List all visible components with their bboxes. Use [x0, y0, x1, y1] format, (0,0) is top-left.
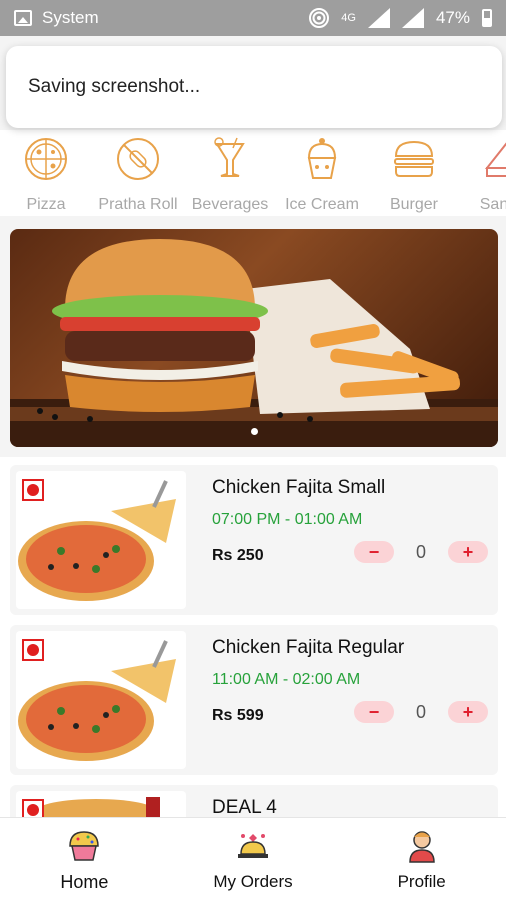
orders-icon	[238, 834, 268, 858]
battery-icon	[482, 9, 492, 27]
item-thumbnail	[16, 791, 186, 817]
cupcake-icon	[69, 831, 100, 861]
menu-item-card[interactable]: Chicken Fajita Regular 11:00 AM - 02:00 …	[10, 625, 498, 775]
item-price: Rs 250	[212, 547, 264, 564]
item-title: Chicken Fajita Small	[212, 477, 386, 498]
bottom-navigation: Home My Orders Profile	[0, 817, 506, 900]
toast-notification: Saving screenshot...	[6, 46, 502, 128]
nav-label: My Orders	[213, 872, 293, 891]
category-ice-cream[interactable]: Ice Cream	[276, 130, 368, 216]
quantity-stepper: − 0 +	[354, 541, 488, 563]
item-thumbnail	[16, 631, 186, 769]
carousel-dot[interactable]	[250, 428, 258, 435]
status-app-name: System	[42, 8, 99, 27]
increment-button[interactable]: +	[448, 701, 488, 723]
network-type: 4G	[341, 12, 356, 24]
decrement-button[interactable]: −	[354, 541, 394, 563]
carousel-indicator	[10, 428, 498, 435]
roll-icon	[117, 138, 159, 180]
decrement-button[interactable]: −	[354, 701, 394, 723]
category-burger[interactable]: Burger	[368, 130, 460, 216]
item-thumbnail	[16, 471, 186, 609]
item-title: DEAL 4	[212, 797, 277, 817]
beverage-icon	[214, 137, 245, 177]
category-label: Ice Cream	[285, 196, 359, 213]
quantity-value: 0	[415, 541, 426, 562]
burger-icon	[394, 140, 434, 177]
quantity-value: 0	[415, 701, 426, 722]
image-icon	[14, 10, 32, 26]
nav-my-orders[interactable]: My Orders	[169, 818, 338, 900]
quantity-stepper: − 0 +	[354, 701, 488, 723]
nav-home[interactable]: Home	[0, 818, 169, 900]
status-bar: System 4G 47%	[0, 0, 506, 36]
category-label: Pratha Roll	[98, 196, 178, 213]
non-veg-mark-icon	[22, 799, 44, 817]
category-label: Burger	[389, 196, 439, 213]
ice-cream-icon	[307, 138, 337, 179]
nav-label: Home	[60, 872, 109, 892]
category-label: Sandwi	[479, 196, 506, 213]
profile-icon	[408, 831, 435, 863]
category-pratha-roll[interactable]: Pratha Roll	[92, 130, 184, 216]
nav-label: Profile	[397, 872, 446, 891]
signal-icon	[367, 8, 390, 28]
toast-message: Saving screenshot...	[28, 76, 201, 97]
category-beverages[interactable]: Beverages	[184, 130, 276, 216]
sandwich-icon	[484, 142, 506, 177]
item-price: Rs 599	[212, 707, 264, 724]
increment-button[interactable]: +	[448, 541, 488, 563]
burger-fries-image	[10, 239, 498, 447]
promo-banner[interactable]	[10, 229, 498, 447]
non-veg-mark-icon	[22, 639, 44, 661]
item-time: 07:00 PM - 01:00 AM	[212, 511, 363, 528]
item-time: 11:00 AM - 02:00 AM	[212, 671, 361, 688]
hotspot-icon	[309, 8, 330, 28]
category-strip[interactable]: Pizza Pratha Roll Beverages Ice Cream Bu…	[0, 130, 506, 216]
category-label: Beverages	[191, 196, 269, 213]
nav-profile[interactable]: Profile	[337, 818, 506, 900]
menu-item-card[interactable]: Chicken Fajita Small 07:00 PM - 01:00 AM…	[10, 465, 498, 615]
signal-icon-2	[401, 8, 424, 28]
item-title: Chicken Fajita Regular	[212, 637, 405, 658]
menu-item-card[interactable]: DEAL 4	[10, 785, 498, 817]
non-veg-mark-icon	[22, 479, 44, 501]
category-label: Pizza	[26, 196, 66, 213]
pizza-icon	[25, 138, 67, 180]
category-pizza[interactable]: Pizza	[0, 130, 92, 216]
menu-list[interactable]: Chicken Fajita Small 07:00 PM - 01:00 AM…	[0, 457, 506, 817]
category-sandwich[interactable]: Sandwi	[460, 130, 506, 216]
battery-percent: 47%	[435, 8, 470, 27]
